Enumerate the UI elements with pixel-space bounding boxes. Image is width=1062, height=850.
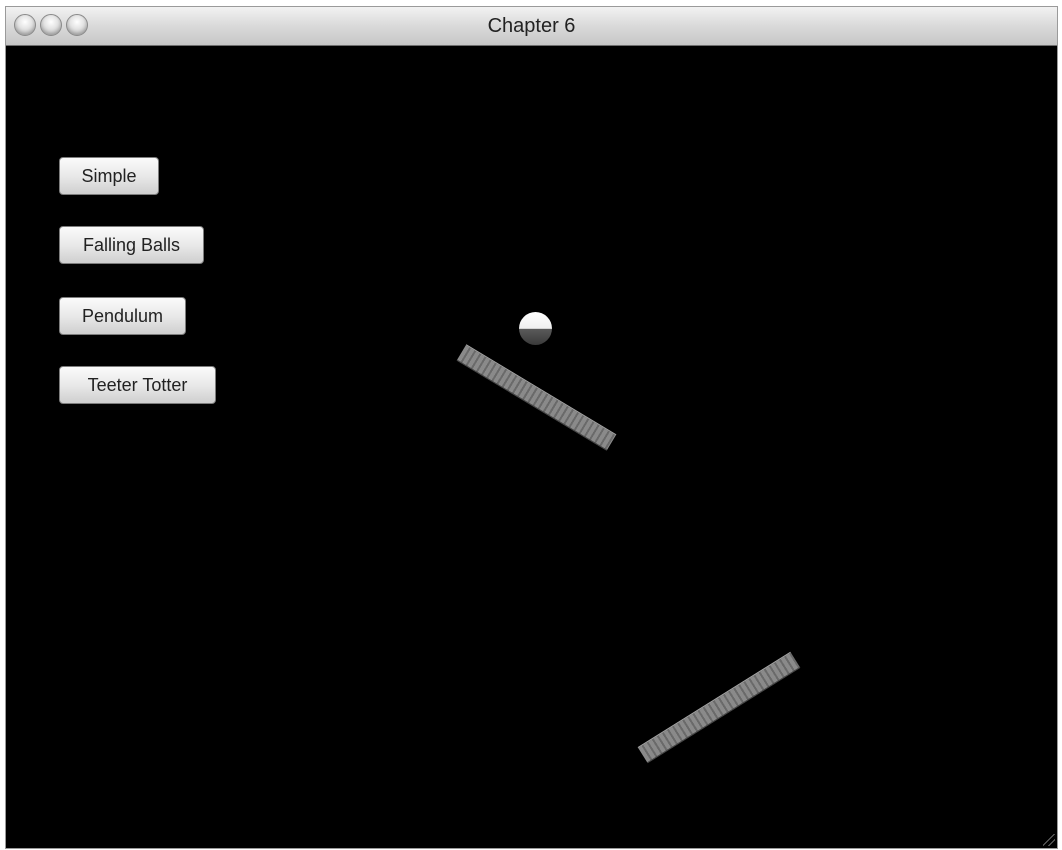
window-title: Chapter 6 xyxy=(487,15,576,37)
simple-button[interactable]: Simple xyxy=(59,157,159,195)
resize-grip[interactable] xyxy=(1043,834,1055,846)
title-bar[interactable]: Chapter 6 xyxy=(6,7,1057,46)
teeter-totter-button[interactable]: Teeter Totter xyxy=(59,366,216,404)
pendulum-button[interactable]: Pendulum xyxy=(59,297,186,335)
app-window: Chapter 6 Simple Falling Balls Pendulum … xyxy=(5,6,1058,849)
ball xyxy=(519,312,552,345)
falling-balls-button[interactable]: Falling Balls xyxy=(59,226,204,264)
lower-plank xyxy=(637,651,801,764)
simulation-canvas[interactable]: Simple Falling Balls Pendulum Teeter Tot… xyxy=(6,46,1057,848)
upper-plank xyxy=(456,344,617,451)
